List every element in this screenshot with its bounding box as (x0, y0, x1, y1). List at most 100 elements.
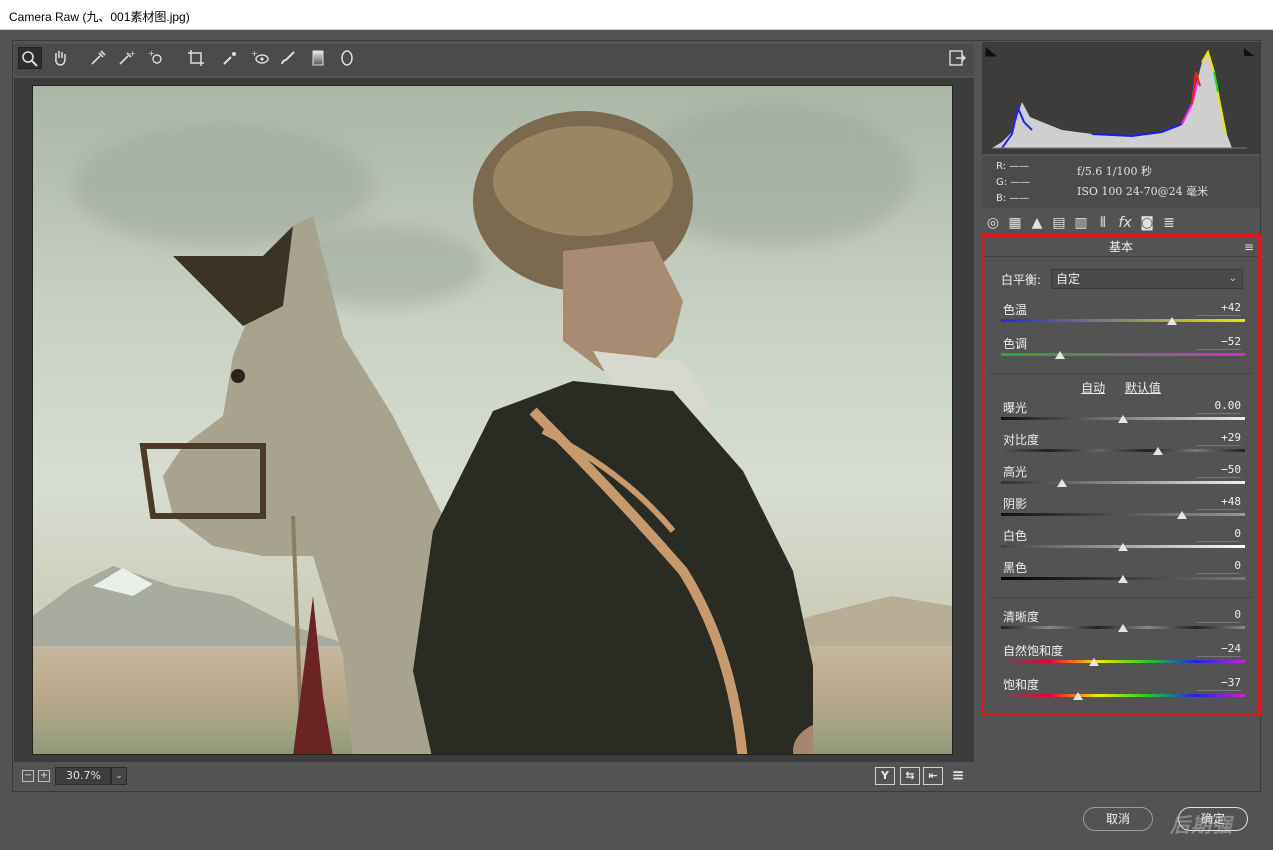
slider-label: 色调 (1003, 337, 1028, 351)
slider-label: 白色 (1003, 529, 1028, 543)
slider-label: 黑色 (1003, 561, 1028, 575)
view-settings-icon[interactable]: ≡ (948, 767, 968, 785)
chevron-down-icon: ⌄ (1228, 273, 1237, 284)
slider-whites[interactable]: 白色 0 (1001, 527, 1245, 557)
open-preferences-icon[interactable] (945, 47, 969, 69)
slider-thumb[interactable] (1057, 479, 1067, 487)
targeted-adjustment-tool-icon[interactable]: + (144, 47, 168, 69)
slider-saturation[interactable]: 饱和度 −37 (1001, 676, 1245, 706)
slider-highlights[interactable]: 高光 −50 (1001, 463, 1245, 493)
panel-tabs: ◎ ▦ ▲ ▤ ▥ ⫴ fx ◙ ≣ (982, 210, 1260, 234)
slider-label: 清晰度 (1003, 610, 1040, 624)
graduated-filter-tool-icon[interactable] (306, 47, 330, 69)
slider-value[interactable]: +42 (1197, 301, 1241, 316)
tab-presets-icon[interactable]: ≣ (1160, 214, 1178, 232)
slider-thumb[interactable] (1118, 624, 1128, 632)
slider-value[interactable]: −37 (1197, 676, 1241, 691)
g-readout: G: —— (996, 177, 1031, 188)
spot-removal-tool-icon[interactable] (218, 47, 242, 69)
tab-effects-icon[interactable]: fx (1116, 214, 1134, 232)
tab-tone-curve-icon[interactable]: ▦ (1006, 214, 1024, 232)
slider-label: 色温 (1003, 303, 1028, 317)
slider-blacks[interactable]: 黑色 0 (1001, 559, 1245, 589)
slider-value[interactable]: −24 (1197, 642, 1241, 657)
b-readout: B: —— (996, 193, 1030, 204)
slider-value[interactable]: +48 (1197, 495, 1241, 510)
r-readout: R: —— (996, 161, 1030, 172)
slider-contrast[interactable]: 对比度 +29 (1001, 431, 1245, 461)
slider-exposure[interactable]: 曝光 0.00 (1001, 399, 1245, 429)
tab-lens-corrections-icon[interactable]: ⫴ (1094, 214, 1112, 232)
slider-value[interactable]: −50 (1197, 463, 1241, 478)
slider-thumb[interactable] (1118, 543, 1128, 551)
slider-thumb[interactable] (1153, 447, 1164, 455)
preview-photo[interactable] (32, 85, 953, 755)
red-eye-tool-icon[interactable]: + (248, 47, 272, 69)
panel-menu-icon[interactable]: ≡ (1244, 240, 1254, 254)
tab-hsl-icon[interactable]: ▤ (1050, 214, 1068, 232)
slider-clarity[interactable]: 清晰度 0 (1001, 608, 1245, 638)
divider (989, 373, 1253, 374)
exif-iso-lens: ISO 100 24-70@24 毫米 (1077, 185, 1209, 198)
tab-detail-icon[interactable]: ▲ (1028, 214, 1046, 232)
zoom-tool-icon[interactable] (18, 47, 42, 69)
slider-tint[interactable]: 色调 −52 (1001, 335, 1245, 365)
swap-settings-button[interactable]: ⇆ (900, 767, 920, 785)
white-balance-tool-icon[interactable] (86, 47, 110, 69)
slider-value[interactable]: 0 (1197, 559, 1241, 574)
slider-thumb[interactable] (1118, 415, 1128, 423)
adjustment-brush-tool-icon[interactable] (276, 47, 300, 69)
slider-label: 高光 (1003, 465, 1028, 479)
defaults-link[interactable]: 默认值 (1125, 381, 1161, 395)
slider-label: 阴影 (1003, 497, 1028, 511)
histogram (982, 42, 1260, 154)
slider-shadows[interactable]: 阴影 +48 (1001, 495, 1245, 525)
window-title: Camera Raw (九、001素材图.jpg) (9, 10, 190, 24)
zoom-in-button[interactable]: + (38, 770, 50, 782)
exif-aperture-shutter: f/5.6 1/100 秒 (1077, 165, 1152, 178)
slider-label: 对比度 (1003, 433, 1040, 447)
auto-link[interactable]: 自动 (1081, 381, 1105, 395)
canvas-status-bar (14, 764, 974, 790)
slider-value[interactable]: 0.00 (1197, 399, 1241, 414)
slider-thumb[interactable] (1118, 575, 1128, 583)
slider-thumb[interactable] (1166, 317, 1177, 325)
info-panel: R: —— G: —— B: —— f/5.6 1/100 秒 ISO 100 … (982, 156, 1260, 208)
copy-settings-button[interactable]: ⇤ (923, 767, 943, 785)
slider-label: 曝光 (1003, 401, 1028, 415)
slider-vibrance[interactable]: 自然饱和度 −24 (1001, 642, 1245, 672)
slider-thumb[interactable] (1072, 692, 1083, 700)
slider-label: 饱和度 (1003, 678, 1040, 692)
slider-temperature[interactable]: 色温 +42 (1001, 301, 1245, 331)
tab-camera-calibration-icon[interactable]: ◙ (1138, 214, 1156, 232)
hand-tool-icon[interactable] (48, 47, 72, 69)
slider-value[interactable]: −52 (1197, 335, 1241, 350)
slider-value[interactable]: +29 (1197, 431, 1241, 446)
tab-split-toning-icon[interactable]: ▥ (1072, 214, 1090, 232)
slider-value[interactable]: 0 (1197, 527, 1241, 542)
white-balance-label: 白平衡: (1001, 273, 1042, 287)
divider (989, 597, 1253, 598)
color-sampler-tool-icon[interactable]: + (114, 47, 138, 69)
zoom-dropdown[interactable]: ⌄ (111, 767, 127, 785)
radial-filter-tool-icon[interactable] (335, 47, 359, 69)
svg-text:+: + (251, 49, 258, 58)
zoom-level-field[interactable]: 30.7% (55, 767, 111, 785)
slider-value[interactable]: 0 (1197, 608, 1241, 623)
cancel-button[interactable]: 取消 (1083, 807, 1153, 831)
tab-basic-icon[interactable]: ◎ (984, 214, 1002, 232)
slider-thumb[interactable] (1088, 658, 1099, 666)
basic-panel: 基本 ≡ 白平衡: 自定 ⌄ 色温 +42 色调 −52 自动 默认值 曝光 0… (981, 234, 1261, 716)
white-balance-select[interactable]: 自定 ⌄ (1051, 269, 1243, 289)
svg-text:+: + (148, 49, 155, 58)
white-balance-value: 自定 (1056, 272, 1081, 286)
slider-thumb[interactable] (1054, 351, 1065, 359)
crop-tool-icon[interactable] (184, 47, 208, 69)
title-bar: Camera Raw (九、001素材图.jpg) (0, 0, 1273, 30)
slider-label: 自然饱和度 (1003, 644, 1064, 658)
zoom-out-button[interactable]: − (22, 770, 34, 782)
svg-text:+: + (129, 49, 135, 58)
slider-thumb[interactable] (1176, 511, 1187, 519)
panel-title: 基本 (984, 237, 1258, 257)
before-after-y-button[interactable]: Y (875, 767, 895, 785)
